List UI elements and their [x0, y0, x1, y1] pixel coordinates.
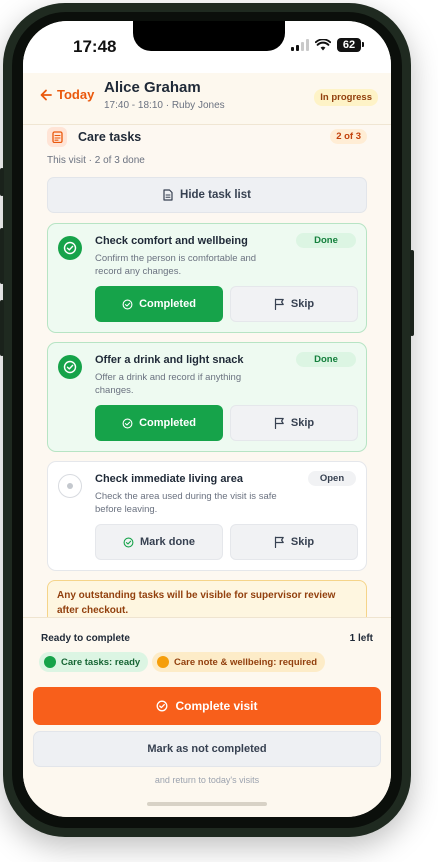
chip-label: Care note & wellbeing: required: [174, 656, 318, 668]
check-circle-icon: [122, 299, 133, 310]
status-dot-icon: [44, 656, 56, 668]
task-card: Offer a drink and light snack Offer a dr…: [47, 342, 367, 452]
notch: [133, 21, 285, 51]
task-status-badge: Done: [296, 233, 356, 248]
completed-button[interactable]: Completed: [95, 405, 223, 441]
back-label: Today: [57, 87, 95, 102]
wifi-icon: [315, 39, 331, 51]
check-circle-icon: [58, 355, 82, 379]
completed-label: Completed: [139, 417, 196, 429]
mark-not-completed-button[interactable]: Mark as not completed: [33, 731, 381, 767]
care-tasks-header: Care tasks 2 of 3: [47, 127, 367, 147]
task-count-badge: 2 of 3: [330, 129, 367, 144]
skip-button[interactable]: Skip: [230, 286, 358, 322]
flag-icon: [274, 298, 285, 310]
task-title: Offer a drink and light snack: [95, 354, 244, 366]
visit-details: 17:40 - 18:10 · Ruby Jones: [104, 100, 225, 111]
supervisor-notice: Any outstanding tasks will be visible fo…: [47, 580, 367, 617]
volume-up-button: [0, 228, 4, 284]
volume-down-button: [0, 300, 4, 356]
hide-task-list-label: Hide task list: [180, 189, 251, 201]
task-card: Check comfort and wellbeing Confirm the …: [47, 223, 367, 333]
mark-not-completed-label: Mark as not completed: [147, 743, 267, 755]
clock: 17:48: [73, 37, 117, 56]
check-circle-icon: [123, 537, 134, 548]
power-button: [410, 250, 414, 336]
readiness-summary: Ready to complete 1 left Care tasks: rea…: [33, 624, 381, 680]
task-card: Check immediate living area Check the ar…: [47, 461, 367, 571]
flag-icon: [274, 417, 285, 429]
completed-button[interactable]: Completed: [95, 286, 223, 322]
patient-info: Alice Graham 17:40 - 18:10 · Ruby Jones: [104, 79, 225, 111]
return-note: and return to today's visits: [154, 775, 260, 785]
visit-summary: This visit · 2 of 3 done: [47, 155, 145, 166]
remaining-count: 1 left: [349, 633, 373, 644]
app-screen: 17:48 62 Today Alice Graham 17:40 - 18:1…: [23, 21, 391, 817]
status-dot-icon: [157, 656, 169, 668]
skip-button[interactable]: Skip: [230, 405, 358, 441]
complete-visit-button[interactable]: Complete visit: [33, 687, 381, 725]
clipboard-icon: [47, 127, 67, 147]
skip-label: Skip: [290, 417, 315, 429]
patient-name: Alice Graham: [104, 79, 201, 96]
task-title: Check immediate living area: [95, 473, 243, 485]
silent-switch: [0, 168, 4, 196]
mark-done-button[interactable]: Mark done: [95, 524, 223, 560]
document-icon: [163, 189, 173, 201]
ready-label: Ready to complete: [41, 633, 130, 644]
task-description: Check the area used during the visit is …: [95, 491, 277, 515]
check-circle-icon: [122, 418, 133, 429]
battery-icon: 62: [337, 38, 364, 52]
home-indicator[interactable]: [147, 802, 267, 806]
arrow-left-icon: [40, 89, 52, 101]
check-circle-icon: [58, 236, 82, 260]
status-bar: 17:48 62: [23, 21, 391, 73]
chip-label: Care tasks: ready: [61, 656, 141, 668]
status-badge: In progress: [314, 89, 378, 106]
task-content[interactable]: Care tasks 2 of 3 This visit · 2 of 3 do…: [23, 125, 391, 617]
task-status-badge: Done: [296, 352, 356, 367]
flag-icon: [274, 536, 285, 548]
skip-label: Skip: [290, 536, 315, 548]
mark-done-label: Mark done: [139, 536, 195, 548]
visit-header: Today Alice Graham 17:40 - 18:10 · Ruby …: [23, 73, 391, 125]
task-description: Offer a drink and record if anything cha…: [95, 372, 242, 396]
check-circle-icon: [156, 700, 168, 712]
completion-panel: Ready to complete 1 left Care tasks: rea…: [23, 617, 391, 817]
skip-button[interactable]: Skip: [230, 524, 358, 560]
hide-task-list-button[interactable]: Hide task list: [47, 177, 367, 213]
signal-icon: [291, 39, 309, 51]
status-icons: 62: [291, 38, 364, 52]
back-button[interactable]: Today: [40, 87, 94, 102]
complete-visit-label: Complete visit: [175, 699, 258, 713]
skip-label: Skip: [290, 298, 315, 310]
task-status-badge: Open: [308, 471, 356, 486]
care-tasks-title: Care tasks: [78, 130, 142, 144]
completed-label: Completed: [139, 298, 196, 310]
task-title: Check comfort and wellbeing: [95, 235, 248, 247]
task-description: Confirm the person is comfortable and re…: [95, 253, 257, 277]
care-tasks-ready-chip: Care tasks: ready: [39, 652, 149, 672]
care-note-required-chip[interactable]: Care note & wellbeing: required: [152, 652, 326, 672]
empty-circle-icon[interactable]: [58, 474, 82, 498]
